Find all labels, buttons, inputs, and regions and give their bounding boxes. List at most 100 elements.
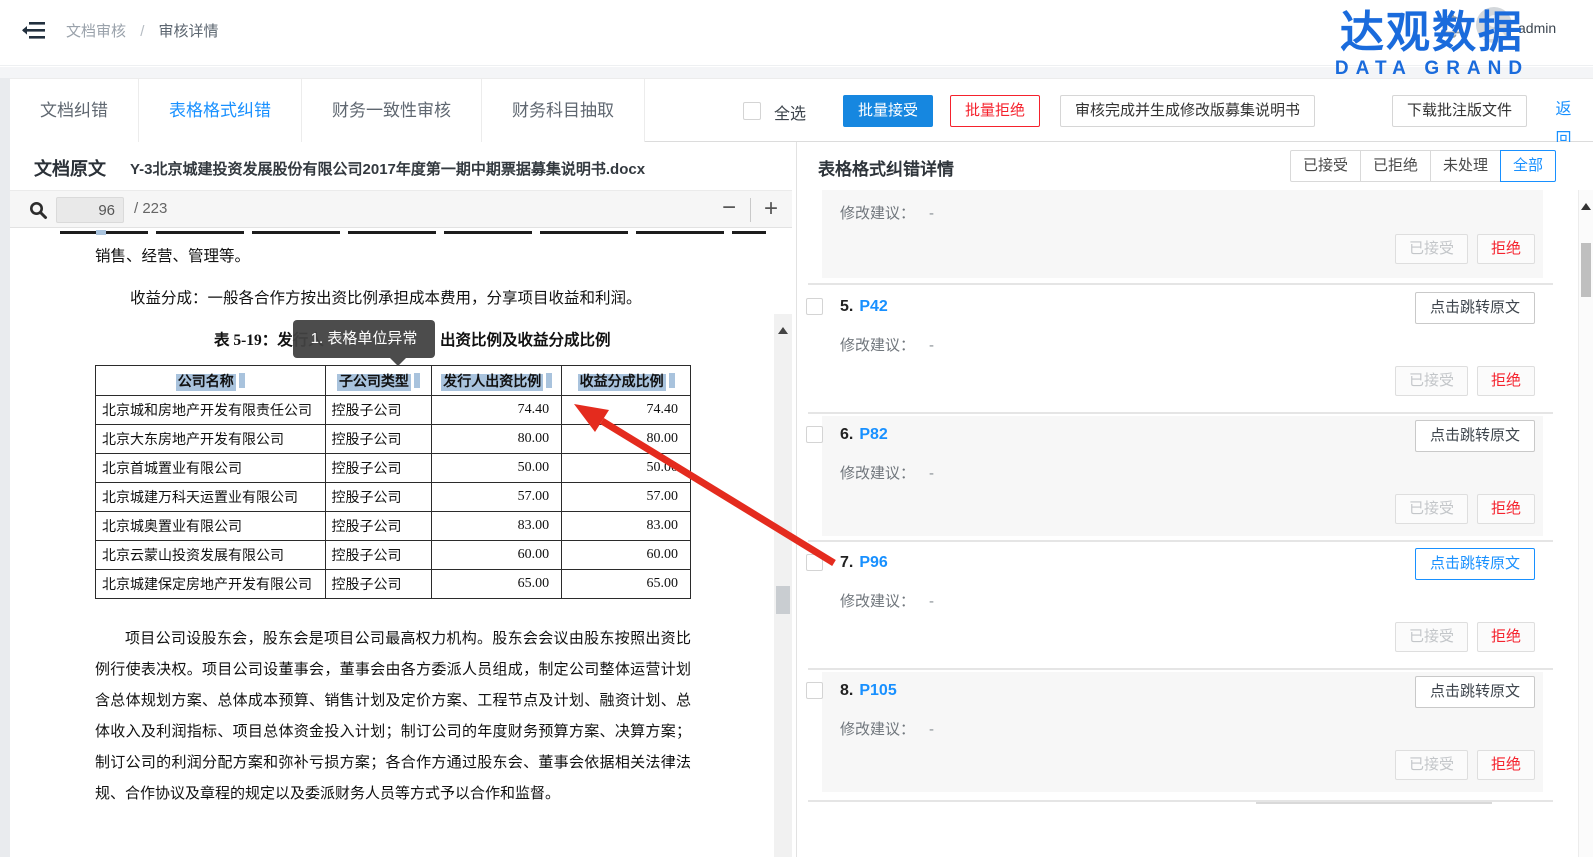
highlight-caret	[414, 373, 420, 388]
document-panel-title: 文档原文	[34, 155, 106, 181]
table-row: 北京城和房地产开发有限责任公司控股子公司74.4074.40	[96, 396, 691, 425]
finish-generate-button[interactable]: 审核完成并生成修改版募集说明书	[1060, 95, 1315, 127]
issue-checkbox[interactable]	[806, 554, 823, 571]
user-avatar[interactable]	[1476, 7, 1512, 43]
jump-to-source-button-active[interactable]: 点击跳转原文	[1415, 548, 1535, 580]
scroll-up-arrow-icon[interactable]	[778, 322, 788, 334]
filter-rejected[interactable]: 已拒绝	[1360, 150, 1431, 182]
detail-panel: 表格格式纠错详情 已接受 已拒绝 未处理 全部 修改建议：- 已接受 拒绝	[800, 142, 1593, 857]
scroll-up-arrow-icon[interactable]	[1581, 198, 1591, 210]
item-separator	[808, 412, 1553, 414]
accepted-button[interactable]: 已接受	[1395, 494, 1468, 524]
issue-page-link[interactable]: P42	[859, 298, 887, 315]
suggestion-value: -	[929, 721, 934, 738]
accepted-button[interactable]: 已接受	[1395, 366, 1468, 396]
batch-reject-button[interactable]: 批量拒绝	[950, 95, 1040, 127]
accepted-button[interactable]: 已接受	[1395, 622, 1468, 652]
suggestion-row: 修改建议：-	[840, 334, 934, 355]
filter-pending[interactable]: 未处理	[1430, 150, 1501, 182]
tab-table-format-correction[interactable]: 表格格式纠错	[139, 79, 302, 142]
issue-card-partial: 修改建议：- 已接受 拒绝	[822, 190, 1543, 278]
top-header: 文档审核 / 审核详情 admin	[0, 0, 1593, 66]
issue-checkbox[interactable]	[806, 682, 823, 699]
tab-financial-consistency[interactable]: 财务一致性审核	[302, 79, 482, 142]
reject-button[interactable]: 拒绝	[1477, 234, 1535, 264]
issue-list[interactable]: 修改建议：- 已接受 拒绝 5.P42 点击跳转原文 修改建议：- 已接受 拒绝	[800, 190, 1593, 857]
reject-button[interactable]: 拒绝	[1477, 494, 1535, 524]
issue-checkbox[interactable]	[806, 298, 823, 315]
actions-row: 已接受 拒绝	[1395, 494, 1535, 524]
table-row: 北京城建保定房地产开发有限公司控股子公司65.0065.00	[96, 570, 691, 599]
jump-to-source-button[interactable]: 点击跳转原文	[1415, 676, 1535, 708]
suggestion-row: 修改建议：-	[840, 202, 934, 223]
highlight-caret	[546, 373, 552, 388]
list-scrollbar[interactable]	[1578, 190, 1593, 857]
zoom-separator	[750, 198, 751, 222]
page-number-input[interactable]	[56, 197, 124, 223]
issue-title: 7.P96	[840, 554, 888, 572]
suggestion-label: 修改建议：	[840, 337, 915, 354]
breadcrumb-current: 审核详情	[159, 23, 219, 40]
table-row: 北京大东房地产开发有限公司控股子公司80.0080.00	[96, 425, 691, 454]
issue-page-link[interactable]: P96	[859, 554, 887, 571]
highlight-caret	[669, 373, 675, 388]
download-annotated-button[interactable]: 下载批注版文件	[1392, 95, 1527, 127]
issue-card: 8.P105 点击跳转原文 修改建议：- 已接受 拒绝	[822, 672, 1543, 792]
document-panel: 文档原文 Y-3北京城建投资发展股份有限公司2017年度第一期中期票据募集说明书…	[10, 142, 792, 857]
suggestion-row: 修改建议：-	[840, 718, 934, 739]
zoom-in-button[interactable]: +	[758, 193, 784, 225]
issue-card: 6.P82 点击跳转原文 修改建议：- 已接受 拒绝	[822, 416, 1543, 536]
document-panel-header: 文档原文 Y-3北京城建投资发展股份有限公司2017年度第一期中期票据募集说明书…	[10, 142, 792, 190]
select-all-checkbox[interactable]	[743, 102, 761, 120]
accepted-button[interactable]: 已接受	[1395, 234, 1468, 264]
jump-to-source-button[interactable]: 点击跳转原文	[1415, 292, 1535, 324]
suggestion-value: -	[929, 337, 934, 354]
detail-panel-title: 表格格式纠错详情	[818, 155, 954, 180]
suggestion-label: 修改建议：	[840, 205, 915, 222]
item-separator	[808, 540, 1553, 542]
issue-checkbox[interactable]	[806, 426, 823, 443]
tab-document-correction[interactable]: 文档纠错	[10, 79, 139, 142]
suggestion-value: -	[929, 465, 934, 482]
issue-title: 6.P82	[840, 426, 888, 444]
username-label[interactable]: admin	[1518, 20, 1556, 36]
subsidiary-table: 公司名称 子公司类型 发行人出资比例 收益分成比例 北京城和房地产开发有限责任公…	[95, 365, 691, 599]
issue-card: 5.P42 点击跳转原文 修改建议：- 已接受 拒绝	[822, 288, 1543, 408]
collapse-menu-icon[interactable]	[20, 16, 48, 44]
select-all-label: 全选	[774, 100, 806, 124]
highlight-caret	[239, 373, 245, 388]
bell-icon[interactable]	[1440, 13, 1466, 41]
doc-paragraph: 项目公司设股东会，股东会是项目公司最高权力机构。股东会会议由股东按照出资比例行使…	[95, 624, 691, 810]
reject-button[interactable]: 拒绝	[1477, 750, 1535, 780]
tab-financial-subject-extraction[interactable]: 财务科目抽取	[482, 79, 645, 142]
accepted-button[interactable]: 已接受	[1395, 750, 1468, 780]
filter-accepted[interactable]: 已接受	[1290, 150, 1361, 182]
filter-all[interactable]: 全部	[1500, 150, 1556, 182]
issue-page-link[interactable]: P82	[859, 426, 887, 443]
clipped-highlight-mark	[96, 230, 106, 235]
item-separator	[808, 668, 1553, 670]
reject-button[interactable]: 拒绝	[1477, 622, 1535, 652]
actions-row: 已接受 拒绝	[1395, 366, 1535, 396]
batch-accept-button[interactable]: 批量接受	[843, 95, 933, 127]
anomaly-tooltip: 1. 表格单位异常	[293, 320, 435, 358]
scrollbar-thumb[interactable]	[1581, 243, 1591, 297]
issue-page-link[interactable]: P105	[859, 682, 896, 699]
scrollbar-thumb[interactable]	[776, 586, 790, 614]
left-gutter	[0, 78, 10, 857]
doc-text-line: 销售、经营、管理等。	[95, 244, 250, 266]
table-header-cell: 收益分成比例	[562, 366, 691, 396]
app-root: 文档审核 / 审核详情 admin 达观数据 DATA GRAND 文档纠错 表…	[0, 0, 1593, 857]
table-caption-right: 出资比例及收益分成比例	[440, 328, 611, 350]
breadcrumb-section[interactable]: 文档审核	[66, 23, 126, 40]
jump-to-source-button[interactable]: 点击跳转原文	[1415, 420, 1535, 452]
table-row: 北京云蒙山投资发展有限公司控股子公司60.0060.00	[96, 541, 691, 570]
zoom-out-button[interactable]: −	[716, 193, 742, 225]
search-icon[interactable]	[28, 200, 48, 220]
table-header-cell: 子公司类型	[325, 366, 432, 396]
back-button[interactable]: 返回	[1534, 95, 1593, 127]
document-viewer[interactable]: 销售、经营、管理等。 收益分成：一般各合作方按出资比例承担成本费用，分享项目收益…	[10, 228, 792, 857]
header-divider	[0, 67, 1593, 78]
document-scrollbar[interactable]	[774, 314, 792, 857]
reject-button[interactable]: 拒绝	[1477, 366, 1535, 396]
